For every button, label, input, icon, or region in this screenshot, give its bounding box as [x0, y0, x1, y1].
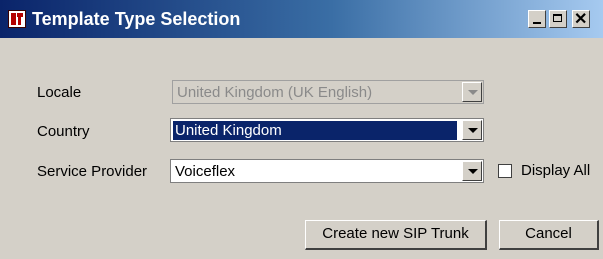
locale-select: United Kingdom (UK English)	[172, 80, 484, 104]
app-logo-icon	[8, 10, 26, 28]
service-provider-value: Voiceflex	[175, 163, 236, 180]
country-label: Country	[37, 123, 90, 140]
window-title: Template Type Selection	[32, 9, 241, 29]
minimize-icon	[533, 22, 541, 24]
country-value: United Kingdom	[173, 121, 457, 140]
chevron-down-icon	[462, 82, 482, 102]
maximize-button[interactable]	[549, 10, 567, 28]
dialog-window: Template Type Selection ✕ Locale United …	[0, 0, 603, 259]
create-sip-trunk-button[interactable]: Create new SIP Trunk	[305, 220, 487, 250]
display-all-label[interactable]: Display All	[521, 162, 590, 179]
cancel-button[interactable]: Cancel	[499, 220, 599, 250]
chevron-down-icon[interactable]	[462, 120, 482, 140]
locale-label: Locale	[37, 84, 82, 101]
close-icon: ✕	[574, 11, 588, 28]
title-bar[interactable]: Template Type Selection ✕	[0, 0, 603, 38]
minimize-button[interactable]	[528, 10, 546, 28]
chevron-down-icon[interactable]	[462, 161, 482, 181]
maximize-icon	[553, 14, 562, 22]
display-all-checkbox[interactable]	[498, 164, 512, 178]
service-provider-label: Service Provider	[37, 163, 148, 180]
close-button[interactable]: ✕	[572, 10, 590, 28]
locale-value: United Kingdom (UK English)	[177, 84, 373, 101]
country-select[interactable]: United Kingdom	[170, 118, 484, 142]
service-provider-select[interactable]: Voiceflex	[170, 159, 484, 183]
